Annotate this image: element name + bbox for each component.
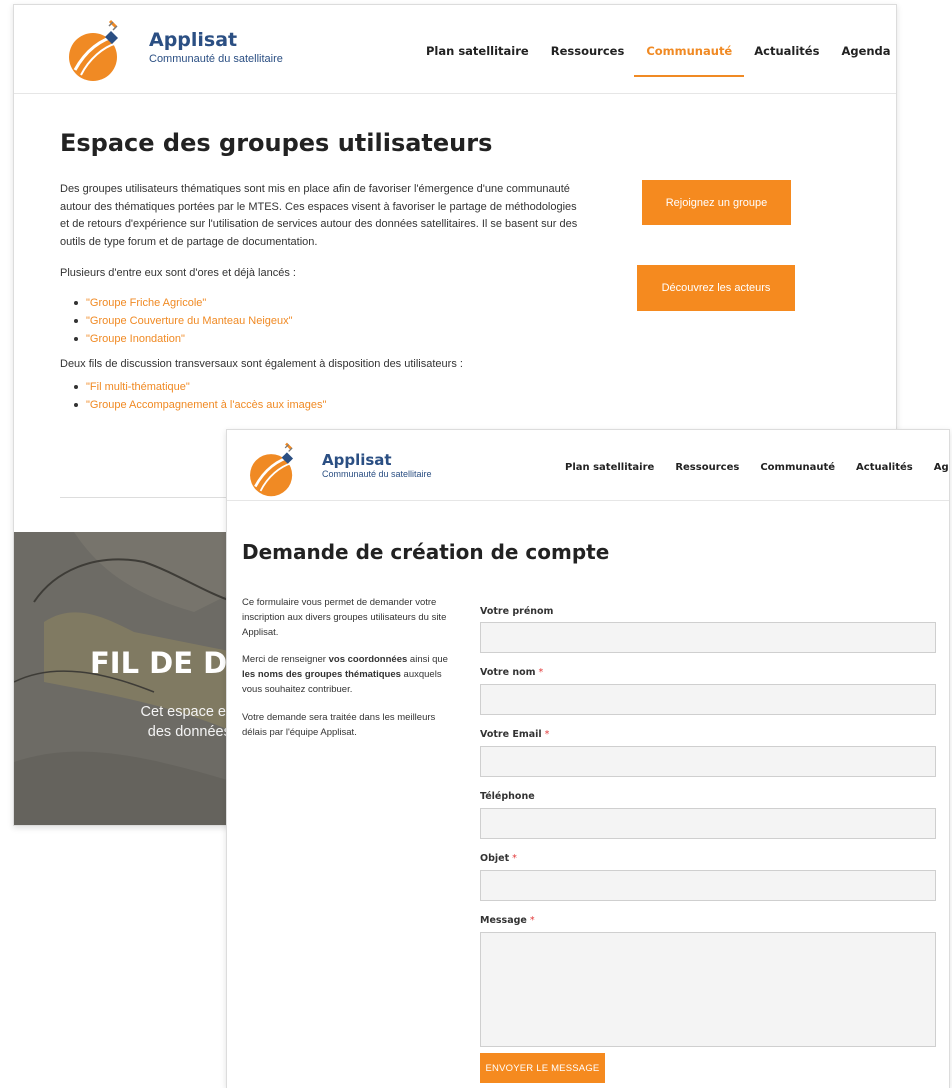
intro-paragraph: Des groupes utilisateurs thématiques son…	[60, 183, 578, 248]
group-link-neige[interactable]: "Groupe Couverture du Manteau Neigeux"	[60, 312, 293, 330]
message-label: Message *	[480, 915, 535, 926]
nav-actualites[interactable]: Actualités	[856, 462, 913, 473]
form-processing-note: Votre demande sera traitée dans les meil…	[242, 712, 436, 738]
main-nav: Plan satellitaire Ressources Communauté …	[565, 462, 949, 473]
subject-field[interactable]	[480, 870, 936, 901]
phone-label: Téléphone	[480, 791, 535, 802]
label-text: Message	[480, 915, 527, 926]
nav-communaute[interactable]: Communauté	[760, 462, 835, 473]
site-tagline: Communauté du satellitaire	[149, 53, 283, 65]
label-text: Votre prénom	[480, 606, 554, 617]
message-textarea[interactable]	[480, 932, 936, 1047]
send-message-button[interactable]: ENVOYER LE MESSAGE	[480, 1053, 605, 1083]
instr-text: ainsi que	[407, 654, 448, 665]
hero-title: FIL DE D	[90, 646, 228, 680]
subject-label: Objet *	[480, 853, 517, 864]
site-header: Applisat Communauté du satellitaire Plan…	[14, 5, 896, 94]
site-name: Applisat	[149, 29, 238, 51]
instr-bold-coords: vos coordonnées	[328, 654, 408, 665]
label-text: Votre nom	[480, 667, 536, 678]
applisat-logo-icon[interactable]	[243, 438, 315, 505]
threads-list: "Fil multi-thématique" "Groupe Accompagn…	[60, 378, 326, 414]
groups-list: "Groupe Friche Agricole" "Groupe Couvert…	[60, 294, 293, 348]
label-text: Téléphone	[480, 791, 535, 802]
thread-link-multi[interactable]: "Fil multi-thématique"	[60, 378, 326, 396]
discover-actors-button[interactable]: Découvrez les acteurs	[637, 265, 795, 311]
page-title: Demande de création de compte	[242, 540, 610, 564]
required-mark: *	[544, 729, 550, 740]
email-field[interactable]	[480, 746, 936, 777]
thread-link-images[interactable]: "Groupe Accompagnement à l'accès aux ima…	[60, 396, 326, 414]
applisat-logo-icon[interactable]	[61, 15, 143, 90]
phone-field[interactable]	[480, 808, 936, 839]
required-mark: *	[512, 853, 517, 864]
lastname-field[interactable]	[480, 684, 936, 715]
transverse-text: Deux fils de discussion transversaux son…	[60, 358, 463, 370]
nav-actualites[interactable]: Actualités	[754, 44, 819, 58]
label-text: Votre Email	[480, 729, 542, 740]
nav-plan-satellitaire[interactable]: Plan satellitaire	[426, 44, 529, 58]
site-name: Applisat	[322, 451, 392, 469]
nav-plan-satellitaire[interactable]: Plan satellitaire	[565, 462, 654, 473]
firstname-label: Votre prénom	[480, 606, 553, 617]
launched-text: Plusieurs d'entre eux sont d'ores et déj…	[60, 267, 296, 279]
nav-communaute[interactable]: Communauté	[634, 44, 745, 77]
nav-ressources[interactable]: Ressources	[551, 44, 625, 58]
form-instructions: Merci de renseigner vos coordonnées ains…	[242, 652, 462, 697]
page-title: Espace des groupes utilisateurs	[60, 129, 493, 157]
instr-bold-groups: les noms des groupes thématiques	[242, 669, 401, 680]
brand[interactable]: Applisat Communauté du satellitaire	[322, 451, 432, 480]
main-nav: Plan satellitaire Ressources Communauté …	[426, 44, 896, 77]
nav-agenda[interactable]: Agenda	[841, 44, 890, 58]
nav-ressources[interactable]: Ressources	[675, 462, 739, 473]
lastname-label: Votre nom *	[480, 667, 543, 678]
account-request-window: Applisat Communauté du satellitaire Plan…	[226, 429, 950, 1088]
form-intro: Ce formulaire vous permet de demander vo…	[242, 597, 447, 638]
group-link-friche[interactable]: "Groupe Friche Agricole"	[60, 294, 293, 312]
join-group-button[interactable]: Rejoignez un groupe	[642, 180, 791, 225]
hero-banner: FIL DE D Cet espace est de des données s…	[14, 532, 234, 825]
required-mark: *	[538, 667, 544, 678]
brand[interactable]: Applisat Communauté du satellitaire	[149, 29, 283, 66]
required-mark: *	[529, 915, 535, 926]
hero-text: Cet espace est de des données sa	[84, 702, 234, 742]
nav-agenda[interactable]: Agenda	[934, 462, 949, 473]
hero-text-line: Cet espace est de	[140, 704, 234, 720]
label-text: Objet	[480, 853, 510, 864]
email-label: Votre Email *	[480, 729, 549, 740]
instr-text: Merci de renseigner	[242, 654, 329, 665]
site-header: Applisat Communauté du satellitaire Plan…	[227, 430, 949, 501]
hero-text-line: des données sa	[147, 724, 234, 740]
group-link-inondation[interactable]: "Groupe Inondation"	[60, 330, 293, 348]
site-tagline: Communauté du satellitaire	[322, 469, 432, 479]
firstname-field[interactable]	[480, 622, 936, 653]
